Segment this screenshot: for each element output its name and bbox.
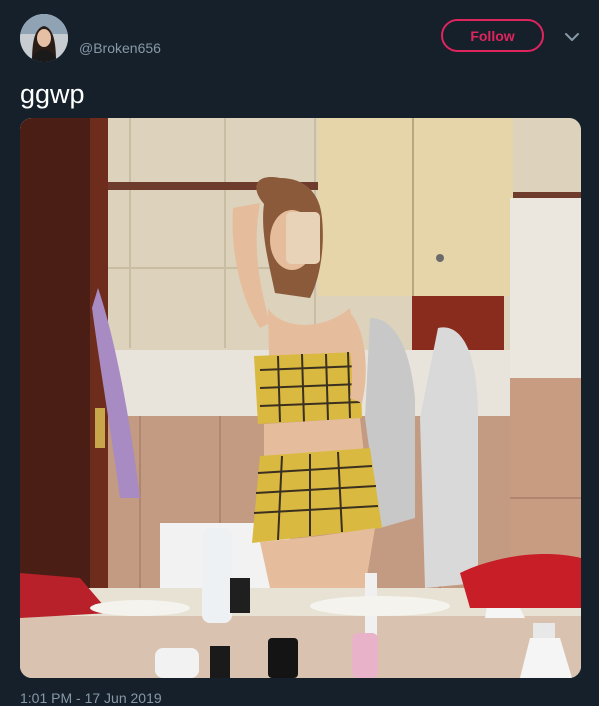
user-handle[interactable]: @Broken656 [79,40,161,56]
avatar[interactable] [20,14,68,62]
tweet-text: ggwp [20,79,85,109]
tweet-photo[interactable] [20,118,581,678]
tweet-timestamp[interactable]: 1:01 PM - 17 Jun 2019 [20,690,162,706]
chevron-down-icon[interactable] [563,28,581,46]
follow-button[interactable]: Follow [441,19,544,52]
tweet-header: @Broken656 Follow [0,0,599,76]
